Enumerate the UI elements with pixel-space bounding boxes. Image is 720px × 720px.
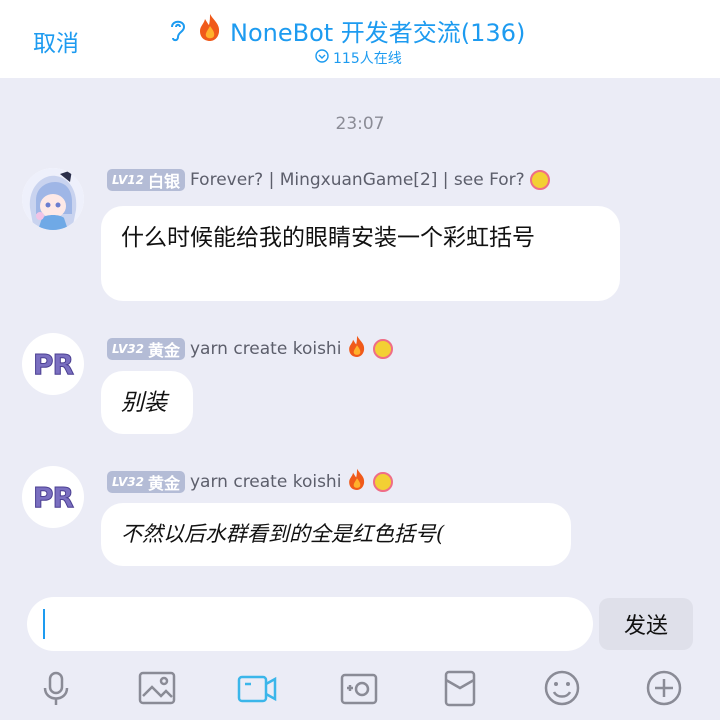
timestamp: 23:07 [335,114,385,134]
message-text: 别装 [121,390,167,416]
sender-info: LV32 黄金 yarn create koishi [107,334,394,363]
level-label: LV12 [112,173,144,187]
smile-face-icon [529,170,550,190]
avatar[interactable]: PR [22,333,84,395]
message-input[interactable] [27,597,593,651]
send-button[interactable]: 发送 [599,598,693,650]
sender-name[interactable]: yarn create koishi [190,339,341,359]
online-count-label: 115人在线 [333,51,402,67]
avatar-initials: PR [32,347,74,381]
level-label: LV32 [112,341,144,356]
camera-icon[interactable] [339,668,379,708]
sender-info: LV12 白银 Forever? | MingxuanGame[2] | see… [107,169,550,191]
microphone-icon[interactable] [36,668,76,708]
rank-label: 黄金 [147,340,180,360]
avatar-initials: PR [32,480,74,514]
avatar[interactable]: PR [22,466,84,528]
emoji-icon[interactable] [542,668,582,708]
fire-icon [196,12,224,48]
sender-info: LV32 黄金 yarn create koishi [107,467,394,496]
fire-icon [346,334,368,363]
cancel-button[interactable]: 取消 [33,24,79,58]
rank-label: 黄金 [147,473,180,493]
message-text: 不然以后水群看到的全是红色括号( [121,522,445,546]
group-name: NoneBot 开发者交流(136) [230,18,526,47]
message-bubble[interactable]: 什么时候能给我的眼睛安装一个彩虹括号 [101,206,620,301]
message-bubble[interactable]: 不然以后水群看到的全是红色括号( [101,503,571,566]
anime-avatar-image [22,168,84,230]
smile-face-icon [373,338,394,359]
message-text: 什么时候能给我的眼睛安装一个彩虹括号 [121,225,535,251]
chat-header: 取消 NoneBot 开发者交流(136) 115人在线 [0,0,720,78]
group-title[interactable]: NoneBot 开发者交流(136) [166,12,525,48]
ear-icon [166,17,190,43]
red-packet-icon[interactable] [440,668,480,708]
image-icon[interactable] [137,668,177,708]
video-icon[interactable] [237,668,277,708]
avatar[interactable] [22,168,84,230]
smile-face-icon [373,471,394,492]
text-caret [43,609,45,639]
sender-name[interactable]: Forever? | MingxuanGame[2] | see For? [190,170,525,190]
sender-name[interactable]: yarn create koishi [190,472,341,492]
chevron-down-circle-icon [315,49,329,67]
online-count: 115人在线 [315,48,402,68]
level-badge: LV32 黄金 [107,470,185,493]
message-bubble[interactable]: 别装 [101,371,193,434]
level-badge: LV32 黄金 [107,337,185,360]
plus-icon[interactable] [644,668,684,708]
level-label: LV32 [112,474,144,489]
rank-label: 白银 [147,172,180,191]
fire-icon [346,467,368,496]
level-badge: LV12 白银 [107,169,185,191]
